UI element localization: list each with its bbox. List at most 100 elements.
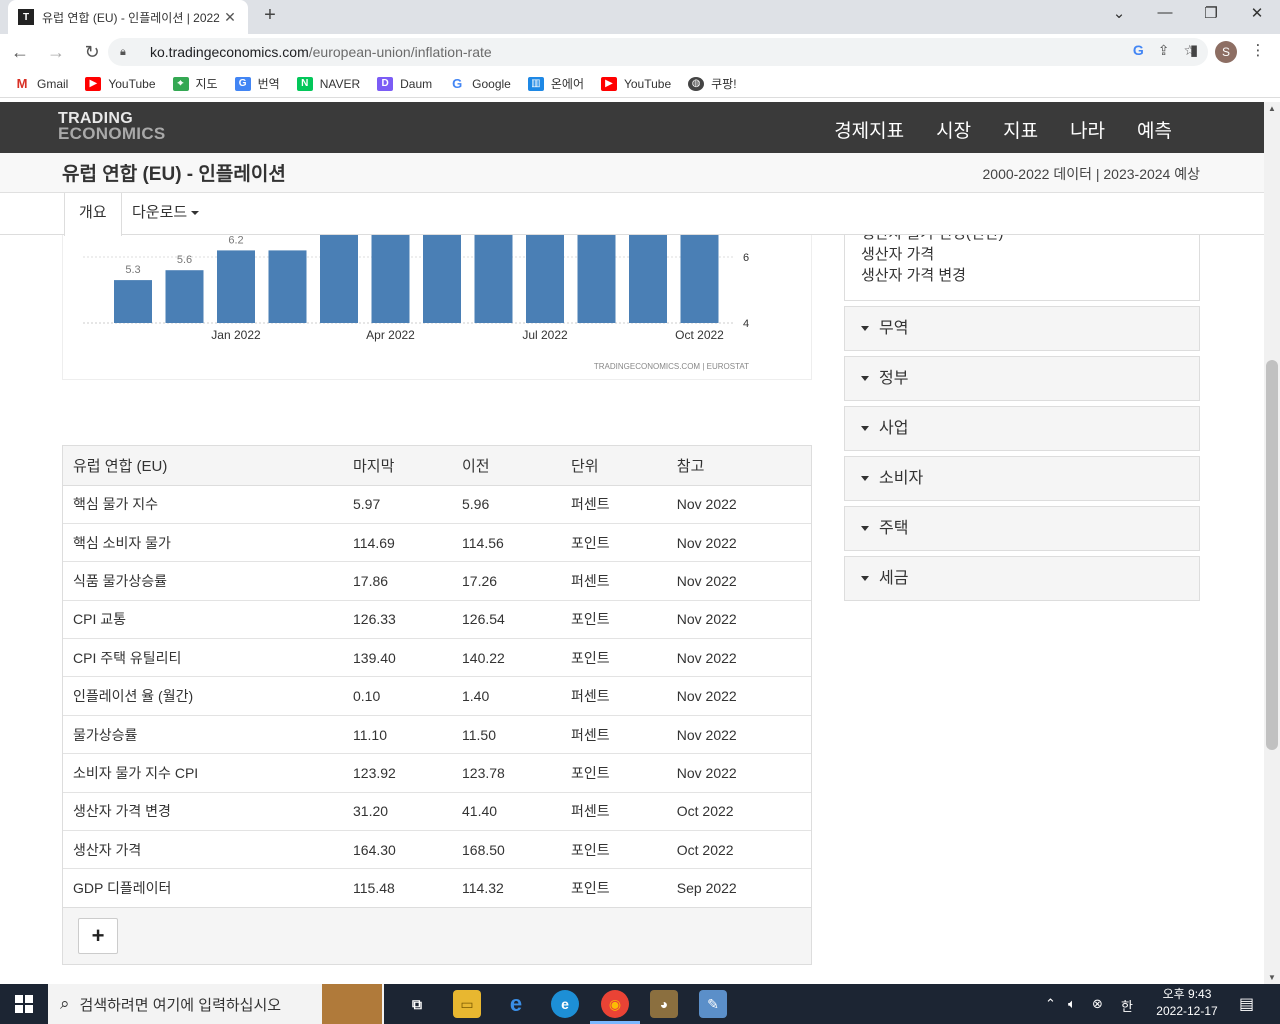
indicator-name[interactable]: 생산자 가격 변경 [63,791,343,831]
page-scrollbar[interactable]: ▲ ▼ [1264,102,1280,984]
restore-button[interactable]: ❐ [1199,4,1223,22]
indicator-name[interactable]: 인플레이션 율 (월간) [63,676,343,716]
chart-source[interactable]: TRADINGECONOMICS.COM | EUROSTAT [594,362,749,371]
sidebar-link-producer-prices[interactable]: 생산자 가격 [861,244,1183,265]
table-row[interactable]: 인플레이션 율 (월간) 0.10 1.40 퍼센트 Nov 2022 [63,676,811,716]
menu-item-indicators[interactable]: 경제지표 [834,116,904,143]
edge-icon[interactable]: e [551,990,579,1018]
address-bar[interactable]: 🔒︎ ko.tradingeconomics.com/european-unio… [108,38,1208,66]
start-button[interactable] [0,984,48,1024]
table-row[interactable]: 생산자 가격 164.30 168.50 포인트 Oct 2022 [63,830,811,869]
bookmark-youtube-2[interactable]: ▶ YouTube [600,76,671,91]
indicator-name[interactable]: CPI 주택 유틸리티 [63,638,343,677]
minimize-button[interactable]: — [1153,4,1177,21]
scroll-up-icon[interactable]: ▲ [1268,104,1276,113]
chart-bar[interactable] [423,164,461,323]
indicator-name[interactable]: 물가상승률 [63,714,343,754]
notifications-icon[interactable]: ▤ [1239,994,1254,1014]
chart-bar[interactable] [320,197,358,323]
table-row[interactable]: 소비자 물가 지수 CPI 123.92 123.78 포인트 Nov 2022 [63,753,811,793]
sidebar-section-trade[interactable]: 무역 [844,306,1200,351]
forward-icon[interactable]: → [40,42,72,63]
sidebar-section-consumer[interactable]: 소비자 [844,456,1200,501]
bookmark-maps[interactable]: ⌖ 지도 [172,75,218,92]
chart-bar[interactable] [680,134,719,323]
table-row[interactable]: CPI 교통 126.33 126.54 포인트 Nov 2022 [63,599,811,639]
search-highlight-icon[interactable] [322,984,382,1024]
chart-bar[interactable] [114,280,152,323]
share-icon[interactable]: ⇪ [1158,42,1170,59]
chart-bar[interactable] [217,250,255,323]
bookmark-gmail[interactable]: M Gmail [14,76,69,91]
indicator-name[interactable]: 핵심 소비자 물가 [63,522,343,562]
bookmark-google[interactable]: G Google [449,76,511,91]
side-panel-icon[interactable]: ▮ [1183,41,1205,59]
bookmark-translate[interactable]: G 번역 [234,75,280,92]
tab-download[interactable]: 다운로드 [118,193,213,235]
menu-item-markets[interactable]: 시장 [936,116,971,143]
sidebar-link-producer-prices-change[interactable]: 생산자 가격 변경 [861,265,1183,286]
paint-icon[interactable]: ✎ [699,990,727,1018]
volume-icon[interactable]: 🔈︎ [1068,996,1076,1012]
tab-overview[interactable]: 개요 [64,193,122,236]
chart-bar[interactable] [371,187,410,323]
table-row[interactable]: 핵심 소비자 물가 114.69 114.56 포인트 Nov 2022 [63,522,811,562]
taskbar-clock[interactable]: 오후 9:43 2022-12-17 [1148,986,1226,1020]
indicator-name[interactable]: 핵심 물가 지수 [63,484,343,524]
back-icon[interactable]: ← [4,42,36,63]
file-explorer-icon[interactable]: ▭ [453,990,481,1018]
close-window-button[interactable]: ✕ [1245,4,1269,22]
table-row[interactable]: CPI 주택 유틸리티 139.40 140.22 포인트 Nov 2022 [63,638,811,677]
bookmark-naver[interactable]: N NAVER [296,76,360,91]
chrome-icon[interactable]: ◉ [601,990,629,1018]
google-translate-icon[interactable]: G [1133,42,1144,59]
ime-indicator[interactable]: 한 [1121,996,1133,1015]
bookmark-coupang[interactable]: ◍ 쿠팡! [688,75,737,92]
col-header-name: 유럽 연합 (EU) [63,446,343,486]
site-logo[interactable]: TRADING ECONOMICS [58,111,166,143]
table-row[interactable]: 핵심 물가 지수 5.97 5.96 퍼센트 Nov 2022 [63,484,811,524]
indicator-name[interactable]: 식품 물가상승률 [63,561,343,601]
scroll-thumb[interactable] [1266,360,1278,750]
menu-item-countries[interactable]: 나라 [1070,116,1105,143]
app-owl-icon[interactable]: ◕ [650,990,678,1018]
menu-item-indicator[interactable]: 지표 [1003,116,1038,143]
task-view-icon[interactable]: ⧉ [403,990,431,1018]
sidebar-section-business[interactable]: 사업 [844,406,1200,451]
bookmark-youtube[interactable]: ▶ YouTube [85,76,156,91]
table-row[interactable]: 물가상승률 11.10 11.50 퍼센트 Nov 2022 [63,714,811,754]
avatar[interactable]: S [1215,41,1237,63]
chart-bar[interactable] [629,134,667,323]
tab-search-chevron-icon[interactable]: ⌄ [1107,4,1131,22]
reload-icon[interactable]: ↻ [76,42,108,63]
bookmark-onair[interactable]: ▥ 온에어 [527,75,584,92]
table-row[interactable]: 식품 물가상승률 17.86 17.26 퍼센트 Nov 2022 [63,561,811,601]
bookmark-daum[interactable]: D Daum [377,76,432,91]
internet-explorer-icon[interactable]: e [502,990,530,1018]
chart-bar[interactable] [577,134,616,323]
expand-table-button[interactable]: + [78,918,118,955]
indicator-name[interactable]: 소비자 물가 지수 CPI [63,753,343,793]
indicator-name[interactable]: GDP 디플레이터 [63,868,343,908]
sidebar-section-taxes[interactable]: 세금 [844,556,1200,601]
page-viewport: TRADING ECONOMICS 경제지표 시장 지표 나라 예측 유럽 연합… [0,102,1264,984]
sidebar-link-partial[interactable]: 생산자 물가 변경(연간) [861,235,1183,244]
scroll-down-icon[interactable]: ▼ [1268,973,1276,982]
network-off-icon[interactable]: ⊗ [1092,996,1103,1012]
chart-bar[interactable] [526,134,564,323]
table-row[interactable]: GDP 디플레이터 115.48 114.32 포인트 Sep 2022 [63,868,811,908]
browser-tab[interactable]: T 유럽 연합 (EU) - 인플레이션 | 2022 데이터 ✕ [8,0,248,34]
tray-overflow-icon[interactable]: ⌃ [1045,996,1056,1012]
sidebar-section-government[interactable]: 정부 [844,356,1200,401]
chart-bar[interactable] [165,270,204,323]
menu-item-forecasts[interactable]: 예측 [1137,116,1172,143]
chart-bar[interactable] [474,138,513,323]
close-tab-icon[interactable]: ✕ [222,9,238,26]
new-tab-button[interactable]: + [258,4,282,27]
more-menu-icon[interactable]: ⋮ [1247,41,1269,59]
table-row[interactable]: 생산자 가격 변경 31.20 41.40 퍼센트 Oct 2022 [63,791,811,831]
indicator-name[interactable]: CPI 교통 [63,599,343,639]
sidebar-section-housing[interactable]: 주택 [844,506,1200,551]
indicator-name[interactable]: 생산자 가격 [63,830,343,869]
chart-bar[interactable] [268,250,307,323]
